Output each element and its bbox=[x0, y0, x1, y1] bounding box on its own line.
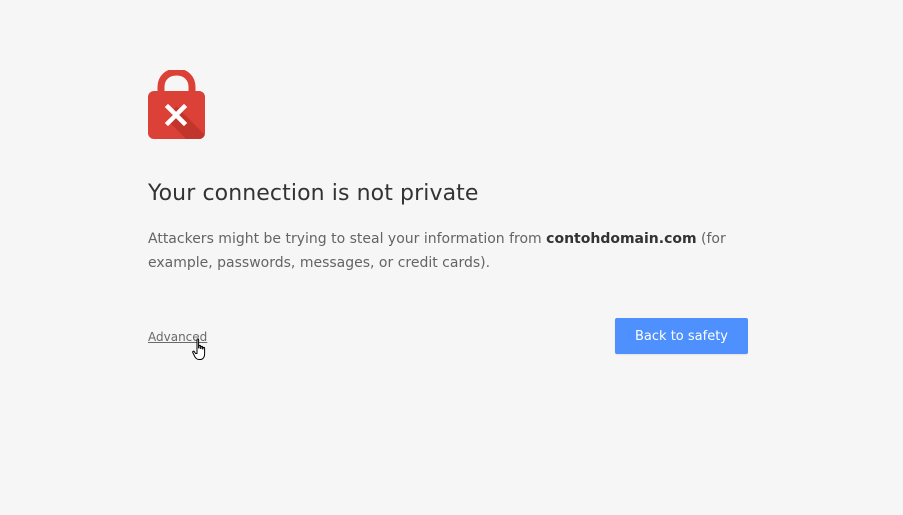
privacy-error-page: Your connection is not private Attackers… bbox=[0, 0, 903, 515]
hand-pointer-cursor-icon bbox=[192, 338, 210, 362]
message-text: Attackers might be trying to steal your … bbox=[148, 231, 547, 247]
back-to-safety-button[interactable]: Back to safety bbox=[615, 318, 748, 354]
lock-x-icon bbox=[148, 68, 205, 140]
error-message: Attackers might be trying to steal your … bbox=[148, 227, 748, 275]
page-title: Your connection is not private bbox=[148, 181, 479, 206]
domain-name: contohdomain.com bbox=[546, 231, 697, 247]
